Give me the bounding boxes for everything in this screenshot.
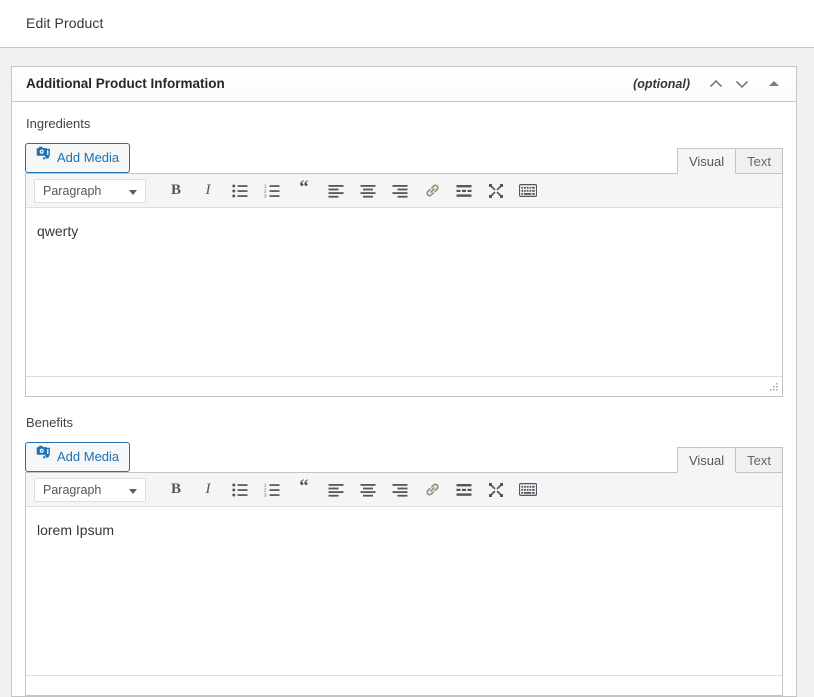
numbered-list-button-benefits[interactable]: 1 2 3 [256,477,288,503]
toolbar-toggle-icon [519,184,537,197]
align-left-icon [328,184,344,198]
read-more-icon [456,184,472,197]
editor-content-ingredients[interactable]: qwerty [26,208,782,376]
align-center-button-benefits[interactable] [352,477,384,503]
insert-link-button-benefits[interactable] [416,477,448,503]
tab-text-benefits[interactable]: Text [735,447,783,473]
bulleted-list-icon [232,184,248,197]
panel-header[interactable]: Additional Product Information (optional… [12,67,796,102]
bold-button-ingredients[interactable]: B [160,178,192,204]
fullscreen-icon [489,183,503,198]
add-media-icon [34,144,52,172]
fullscreen-button-benefits[interactable] [480,477,512,503]
italic-button-ingredients[interactable]: I [192,178,224,204]
chevron-down-icon [129,488,137,494]
align-right-icon [392,184,408,198]
optional-label: (optional) [633,77,690,91]
field-benefits: Benefits Add Media Visual Text Paragraph… [25,415,783,696]
media-buttons-row-ingredients: Add Media Visual Text [25,143,783,174]
media-buttons-row-benefits: Add Media Visual Text [25,442,783,473]
tab-text-ingredients[interactable]: Text [735,148,783,174]
svg-text:3: 3 [264,193,267,197]
bold-button-benefits[interactable]: B [160,477,192,503]
add-media-button-benefits[interactable]: Add Media [25,442,131,472]
toolbar-toggle-button-ingredients[interactable] [512,178,544,204]
app-header: Edit Product [0,0,814,48]
align-center-button-ingredients[interactable] [352,178,384,204]
format-select-value: Paragraph [43,183,102,198]
insert-link-icon [425,483,439,496]
editor-toolbar-benefits: Paragraph B I 1 2 3 “ [26,473,782,507]
move-up-button[interactable] [704,72,728,96]
align-right-button-ingredients[interactable] [384,178,416,204]
align-left-button-benefits[interactable] [320,477,352,503]
additional-product-information-panel: Additional Product Information (optional… [11,66,797,697]
editor-statusbar-ingredients [26,376,782,396]
toolbar-toggle-icon [519,483,537,496]
numbered-list-icon: 1 2 3 [264,483,280,497]
chevron-down-icon [129,189,137,195]
panel-title: Additional Product Information [26,76,225,91]
move-down-button[interactable] [730,72,754,96]
insert-link-button-ingredients[interactable] [416,178,448,204]
page-title: Edit Product [26,15,104,31]
panel-body: Ingredients Add Media Visual Text Paragr… [12,102,796,696]
add-media-icon [34,443,52,471]
add-media-button-ingredients[interactable]: Add Media [25,143,131,173]
field-label-benefits: Benefits [26,415,73,430]
tab-visual-benefits[interactable]: Visual [676,447,737,473]
format-select-value: Paragraph [43,482,102,497]
tab-visual-ingredients[interactable]: Visual [676,148,737,174]
editor-toolbar-ingredients: Paragraph B I 1 2 3 “ [26,174,782,208]
editor-tabs-ingredients: Visual Text [676,148,783,174]
blockquote-button-benefits[interactable]: “ [288,477,320,503]
align-right-icon [392,483,408,497]
editor-ingredients: Paragraph B I 1 2 3 “ qwerty [25,173,783,397]
chevron-up-icon [709,79,723,88]
triangle-up-icon [769,81,779,86]
format-select-benefits[interactable]: Paragraph [34,477,146,502]
fullscreen-button-ingredients[interactable] [480,178,512,204]
blockquote-button-ingredients[interactable]: “ [288,178,320,204]
align-left-button-ingredients[interactable] [320,178,352,204]
italic-button-benefits[interactable]: I [192,477,224,503]
editor-benefits: Paragraph B I 1 2 3 “ lorem Ipsum [25,472,783,696]
bulleted-list-icon [232,483,248,496]
read-more-icon [456,483,472,496]
read-more-button-ingredients[interactable] [448,178,480,204]
editor-wrapper-ingredients: Add Media Visual Text Paragraph B I 1 2 … [25,143,783,397]
toolbar-toggle-button-benefits[interactable] [512,477,544,503]
fullscreen-icon [489,482,503,497]
align-center-icon [360,483,376,497]
align-left-icon [328,483,344,497]
resize-handle-ingredients[interactable] [767,382,779,394]
editor-statusbar-benefits [26,675,782,695]
add-media-label: Add Media [57,449,120,464]
svg-text:3: 3 [264,492,267,496]
chevron-down-icon [735,80,749,89]
toggle-panel-button[interactable] [762,72,786,96]
align-center-icon [360,184,376,198]
align-right-button-benefits[interactable] [384,477,416,503]
page-body: Additional Product Information (optional… [0,49,814,697]
format-select-ingredients[interactable]: Paragraph [34,178,146,203]
editor-tabs-benefits: Visual Text [676,447,783,473]
bulleted-list-button-benefits[interactable] [224,477,256,503]
read-more-button-benefits[interactable] [448,477,480,503]
insert-link-icon [425,184,439,197]
numbered-list-icon: 1 2 3 [264,184,280,198]
field-label-ingredients: Ingredients [26,116,91,131]
numbered-list-button-ingredients[interactable]: 1 2 3 [256,178,288,204]
add-media-label: Add Media [57,150,120,165]
editor-content-benefits[interactable]: lorem Ipsum [26,507,782,675]
field-ingredients: Ingredients Add Media Visual Text Paragr… [25,116,783,397]
bulleted-list-button-ingredients[interactable] [224,178,256,204]
